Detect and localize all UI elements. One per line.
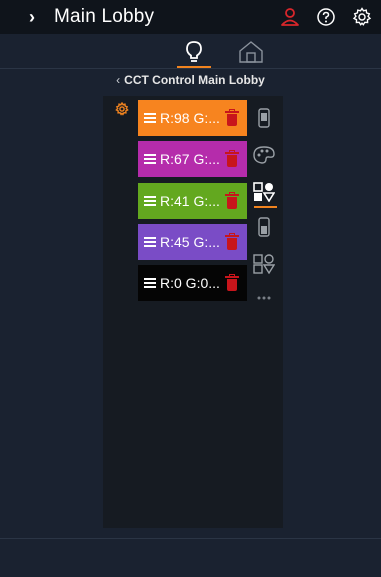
trash-icon[interactable]	[225, 191, 239, 210]
user-alert-icon[interactable]	[279, 6, 301, 28]
bottom-bar	[0, 538, 381, 577]
drag-handle-icon[interactable]	[144, 153, 156, 165]
header-actions	[265, 0, 373, 34]
palette-icon[interactable]	[251, 144, 277, 166]
drag-handle-icon[interactable]	[144, 236, 156, 248]
preset-row[interactable]: R:45 G:...	[138, 224, 247, 260]
preset-label: R:45 G:...	[160, 234, 220, 250]
preset-row[interactable]: R:0 G:0...	[138, 265, 247, 301]
drag-handle-icon[interactable]	[144, 112, 156, 124]
tab-rooms[interactable]	[233, 36, 269, 67]
breadcrumb-label: CCT Control Main Lobby	[124, 73, 265, 87]
back-chevron-icon[interactable]: ‹	[116, 73, 120, 87]
scene-edit-icon[interactable]	[251, 253, 277, 275]
breadcrumb[interactable]: ‹ CCT Control Main Lobby	[0, 70, 381, 90]
settings-icon[interactable]	[351, 6, 373, 28]
tab-lights[interactable]	[176, 36, 212, 68]
help-icon[interactable]	[315, 6, 337, 28]
trash-icon[interactable]	[225, 108, 239, 127]
lightbulb-icon	[186, 40, 202, 62]
color-scenes-icon[interactable]	[251, 181, 277, 208]
preset-label: R:0 G:0...	[160, 275, 220, 291]
trash-icon[interactable]	[225, 273, 239, 292]
remote-icon[interactable]	[251, 107, 277, 129]
home-icon	[239, 40, 263, 63]
page-title: Main Lobby	[54, 6, 155, 27]
preset-label: R:41 G:...	[160, 193, 220, 209]
expand-chevron-icon[interactable]: ›	[18, 7, 46, 28]
preset-label: R:67 G:...	[160, 151, 220, 167]
preset-row[interactable]: R:67 G:...	[138, 141, 247, 177]
tab-bar	[0, 34, 381, 69]
preset-row[interactable]: R:41 G:...	[138, 183, 247, 219]
preset-label: R:98 G:...	[160, 110, 220, 126]
preset-row[interactable]: R:98 G:...	[138, 100, 247, 136]
device-icon[interactable]	[251, 216, 277, 238]
top-bar: › Main Lobby	[0, 0, 381, 34]
panel-settings-icon[interactable]	[115, 101, 129, 116]
more-icon[interactable]	[251, 287, 277, 309]
trash-icon[interactable]	[225, 232, 239, 251]
drag-handle-icon[interactable]	[144, 277, 156, 289]
trash-icon[interactable]	[225, 149, 239, 168]
drag-handle-icon[interactable]	[144, 195, 156, 207]
